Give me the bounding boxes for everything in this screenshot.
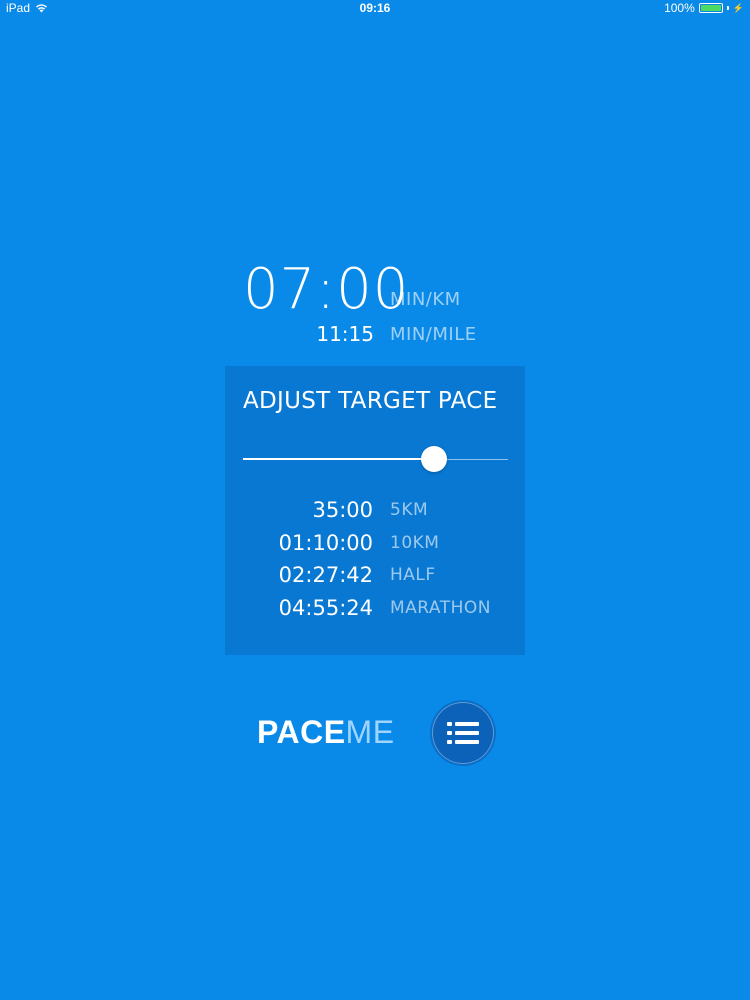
battery-tip <box>726 6 729 10</box>
slider-thumb[interactable] <box>420 446 447 472</box>
race-label: HALF <box>390 565 436 586</box>
race-row: 01:10:00 10KM <box>225 531 525 564</box>
pace-per-km-value: 07:00 <box>243 257 410 322</box>
pace-per-mile-value: 11:15 <box>316 322 374 346</box>
logo-me-text: ME <box>345 714 395 750</box>
battery-fill <box>700 5 721 11</box>
battery-percent: 100% <box>664 1 695 15</box>
race-time: 01:10:00 <box>278 530 373 555</box>
race-label: 10KM <box>390 532 440 553</box>
race-row: 02:27:42 HALF <box>225 563 525 596</box>
battery-icon <box>698 3 723 13</box>
pace-per-km-unit: MIN/KM <box>390 289 461 310</box>
slider-track-filled <box>243 458 434 460</box>
race-time: 02:27:42 <box>278 563 373 588</box>
status-bar: iPad 09:16 100% ⚡ <box>0 0 750 16</box>
race-label: 5KM <box>390 500 429 520</box>
panel-title: ADJUST TARGET PACE <box>243 388 498 414</box>
pace-slider[interactable] <box>243 446 508 472</box>
charge-icon: ⚡ <box>732 3 744 13</box>
status-right: 100% ⚡ <box>664 1 744 15</box>
logo-pace-text: PACE <box>257 714 346 750</box>
list-icon <box>447 722 479 744</box>
app-logo: PACEME <box>257 714 395 751</box>
race-time: 04:55:24 <box>278 596 373 621</box>
race-label: MARATHON <box>390 598 491 619</box>
race-time-list: 35:00 5KM 01:10:00 10KM 02:27:42 HALF 04… <box>225 498 525 629</box>
adjust-pace-panel: ADJUST TARGET PACE 35:00 5KM 01:10:00 10… <box>225 366 525 655</box>
race-row: 35:00 5KM <box>225 498 525 531</box>
pace-per-mile-unit: MIN/MILE <box>390 324 477 345</box>
status-time: 09:16 <box>359 1 391 15</box>
race-row: 04:55:24 MARATHON <box>225 596 525 629</box>
race-time: 35:00 <box>312 498 373 522</box>
menu-button[interactable] <box>432 702 494 764</box>
